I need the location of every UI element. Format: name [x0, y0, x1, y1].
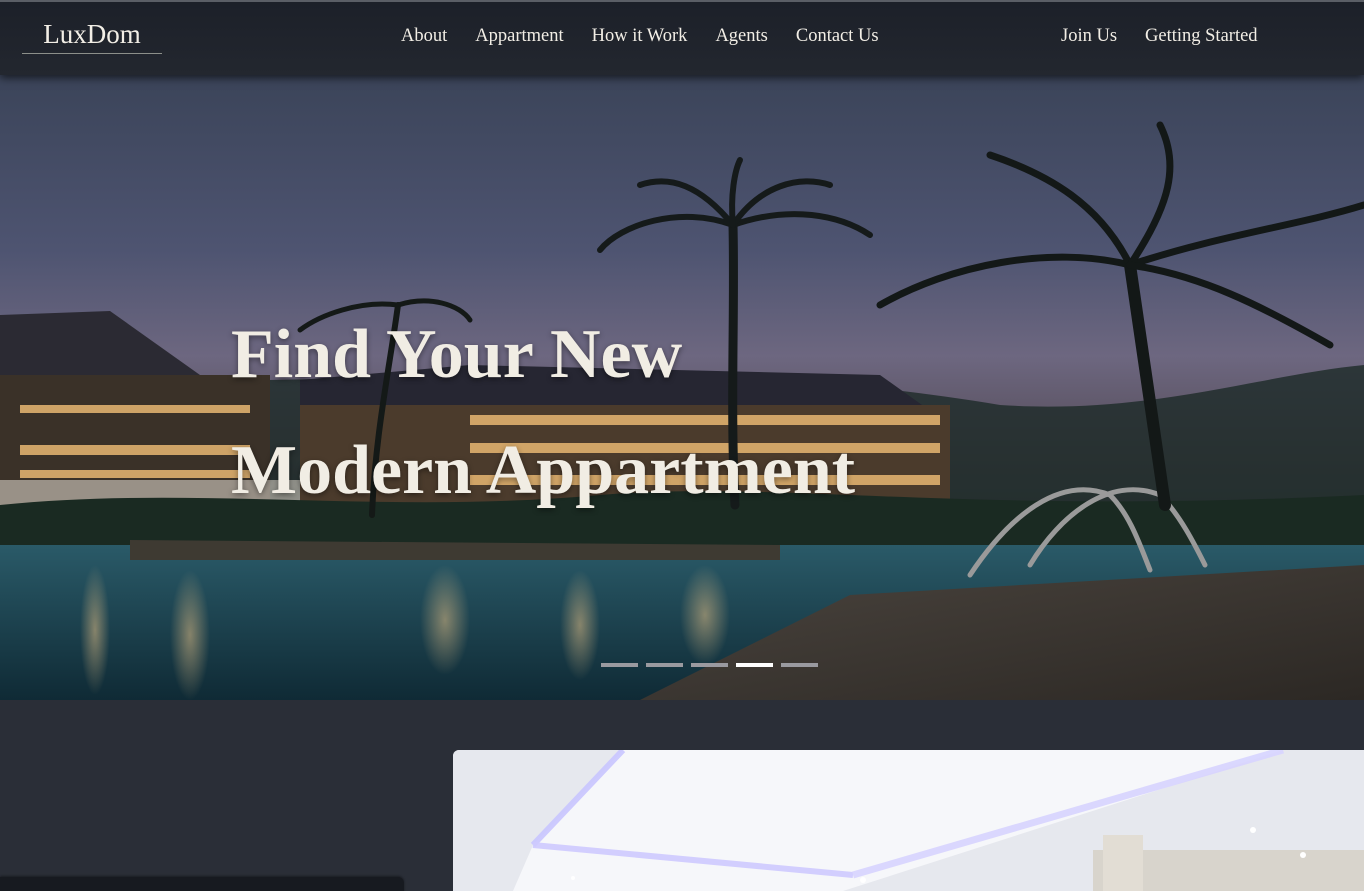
carousel-indicators [601, 663, 818, 667]
join-us-link[interactable]: Join Us [1061, 26, 1117, 46]
nav-link-agents[interactable]: Agents [715, 26, 767, 46]
main-nav: About Appartment How it Work Agents Cont… [401, 24, 879, 48]
nav-link-appartment[interactable]: Appartment [475, 26, 563, 46]
account-nav: Join Us Getting Started [1061, 24, 1258, 48]
side-card [0, 877, 404, 891]
hero-title-line-2: Modern Appartment [231, 432, 856, 509]
nav-item-about: About [401, 24, 447, 48]
nav-link-contact-us[interactable]: Contact Us [796, 26, 879, 46]
nav-item-join: Join Us [1061, 24, 1117, 48]
hero-title-line-1: Find Your New [231, 316, 683, 393]
interior-ceiling-graphic [453, 750, 1364, 891]
nav-item-getting-started: Getting Started [1145, 24, 1258, 48]
interior-feature-image [453, 750, 1364, 891]
nav-link-about[interactable]: About [401, 26, 447, 46]
nav-item-appartment: Appartment [475, 24, 563, 48]
top-navbar: LuxDom About Appartment How it Work Agen… [0, 0, 1364, 75]
carousel-dot-5[interactable] [781, 663, 818, 667]
nav-item-contact: Contact Us [796, 24, 879, 48]
nav-item-how-it-work: How it Work [592, 24, 688, 48]
getting-started-link[interactable]: Getting Started [1145, 26, 1258, 46]
carousel-dot-3[interactable] [691, 663, 728, 667]
carousel-dot-2[interactable] [646, 663, 683, 667]
nav-item-agents: Agents [715, 24, 767, 48]
brand-logo[interactable]: LuxDom [22, 16, 162, 54]
carousel-dot-4[interactable] [736, 663, 773, 667]
carousel-dot-1[interactable] [601, 663, 638, 667]
nav-link-how-it-work[interactable]: How it Work [592, 26, 688, 46]
hero-carousel: Find Your New Modern Appartment [0, 75, 1364, 700]
hero-title: Find Your New Modern Appartment [231, 297, 855, 529]
